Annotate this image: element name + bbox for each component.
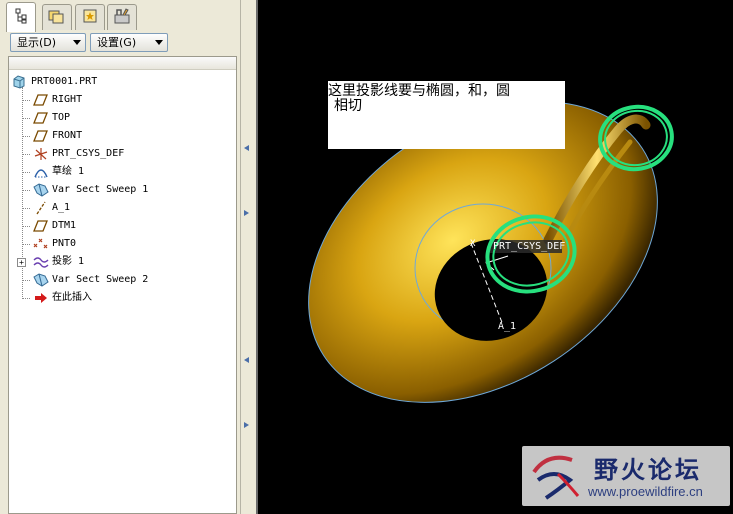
panel-splitter[interactable] xyxy=(240,0,256,514)
watermark: 野火论坛 www.proewildfire.cn xyxy=(522,446,730,506)
tools-icon xyxy=(113,7,131,29)
tree-column-header xyxy=(9,57,236,70)
model-tree-panel: 显示(D) 设置(G) PRT0001.PRT RIGHT TOP FRONT … xyxy=(0,0,244,514)
chevron-down-icon xyxy=(155,40,163,45)
datum-plane-icon xyxy=(33,219,49,233)
tree-item-label: 草绘 1 xyxy=(52,166,85,177)
sweep-icon xyxy=(33,183,49,197)
csys-icon xyxy=(33,147,49,161)
tree-item-label: A_1 xyxy=(52,202,71,213)
model-tree: PRT0001.PRT RIGHT TOP FRONT PRT_CSYS_DEF… xyxy=(8,56,237,514)
tree-item-label: FRONT xyxy=(52,130,83,141)
csys-x-label: X xyxy=(470,239,476,249)
tree-item-label: Var Sect Sweep 2 xyxy=(52,274,149,285)
tree-branch xyxy=(22,100,30,101)
settings-dropdown-label: 设置(G) xyxy=(97,36,137,49)
tree-item-label: 在此插入 xyxy=(52,292,92,303)
tree-item-label: RIGHT xyxy=(52,94,83,105)
csys-label: PRT_CSYS_DEF xyxy=(493,241,566,252)
datum-point-icon xyxy=(33,237,49,251)
tree-item-label: 投影 1 xyxy=(52,256,85,267)
tree-root-label: PRT0001.PRT xyxy=(31,76,98,87)
settings-dropdown-button[interactable]: 设置(G) xyxy=(90,33,168,52)
annotation-box: 这里投影线要与椭圆，和，圆 相切 xyxy=(328,81,565,149)
watermark-url: www.proewildfire.cn xyxy=(588,484,703,499)
collapse-left-icon[interactable] xyxy=(244,357,249,363)
watermark-title: 野火论坛 xyxy=(594,456,702,484)
expand-toggle-icon[interactable]: + xyxy=(17,258,26,267)
chevron-down-icon xyxy=(73,40,81,45)
tree-branch xyxy=(22,298,30,299)
tree-branch xyxy=(22,244,30,245)
connections-tab[interactable] xyxy=(107,4,137,30)
model-tree-tab[interactable] xyxy=(6,2,36,32)
tree-item-label: PNT0 xyxy=(52,238,77,249)
expand-right-icon[interactable] xyxy=(244,422,249,428)
favorites-icon xyxy=(82,8,98,28)
tree-branch xyxy=(22,190,30,191)
datum-plane-icon xyxy=(33,129,49,143)
model-canvas xyxy=(308,101,674,403)
projection-icon xyxy=(33,255,49,269)
tree-branch xyxy=(22,118,30,119)
datum-plane-icon xyxy=(33,93,49,107)
sweep-icon xyxy=(33,273,49,287)
show-dropdown-label: 显示(D) xyxy=(17,36,57,49)
part-icon xyxy=(12,75,28,89)
show-dropdown-button[interactable]: 显示(D) xyxy=(10,33,86,52)
axis-label: A_1 xyxy=(498,321,517,332)
expand-right-icon[interactable] xyxy=(244,210,249,216)
graphics-viewport[interactable]: X PRT_CSYS_DEF A_1 这里投影线要与椭圆，和，圆 相切 野火论坛… xyxy=(256,0,733,514)
tree-item-label: TOP xyxy=(52,112,71,123)
datum-axis-icon xyxy=(33,201,49,215)
model-tree-icon xyxy=(13,8,29,28)
watermark-logo-icon xyxy=(528,450,584,506)
datum-plane-icon xyxy=(33,111,49,125)
annotation-line-1: 这里投影线要与椭圆，和，圆 xyxy=(328,83,510,99)
tree-branch xyxy=(22,208,30,209)
folder-icon xyxy=(48,8,66,28)
navigator-tabs xyxy=(0,0,244,32)
favorites-tab[interactable] xyxy=(75,4,105,30)
folder-browser-tab[interactable] xyxy=(42,4,72,30)
insert-here-icon xyxy=(33,291,49,305)
tree-branch xyxy=(22,154,30,155)
tree-branch xyxy=(22,226,30,227)
tree-branch xyxy=(22,136,30,137)
tree-item-label: PRT_CSYS_DEF xyxy=(52,148,125,159)
tree-item-label: Var Sect Sweep 1 xyxy=(52,184,149,195)
tree-item-label: DTM1 xyxy=(52,220,77,231)
collapse-left-icon[interactable] xyxy=(244,145,249,151)
tree-branch xyxy=(22,280,30,281)
sketch-icon xyxy=(33,165,49,179)
annotation-line-2: 相切 xyxy=(334,98,362,114)
tree-branch xyxy=(22,172,30,173)
